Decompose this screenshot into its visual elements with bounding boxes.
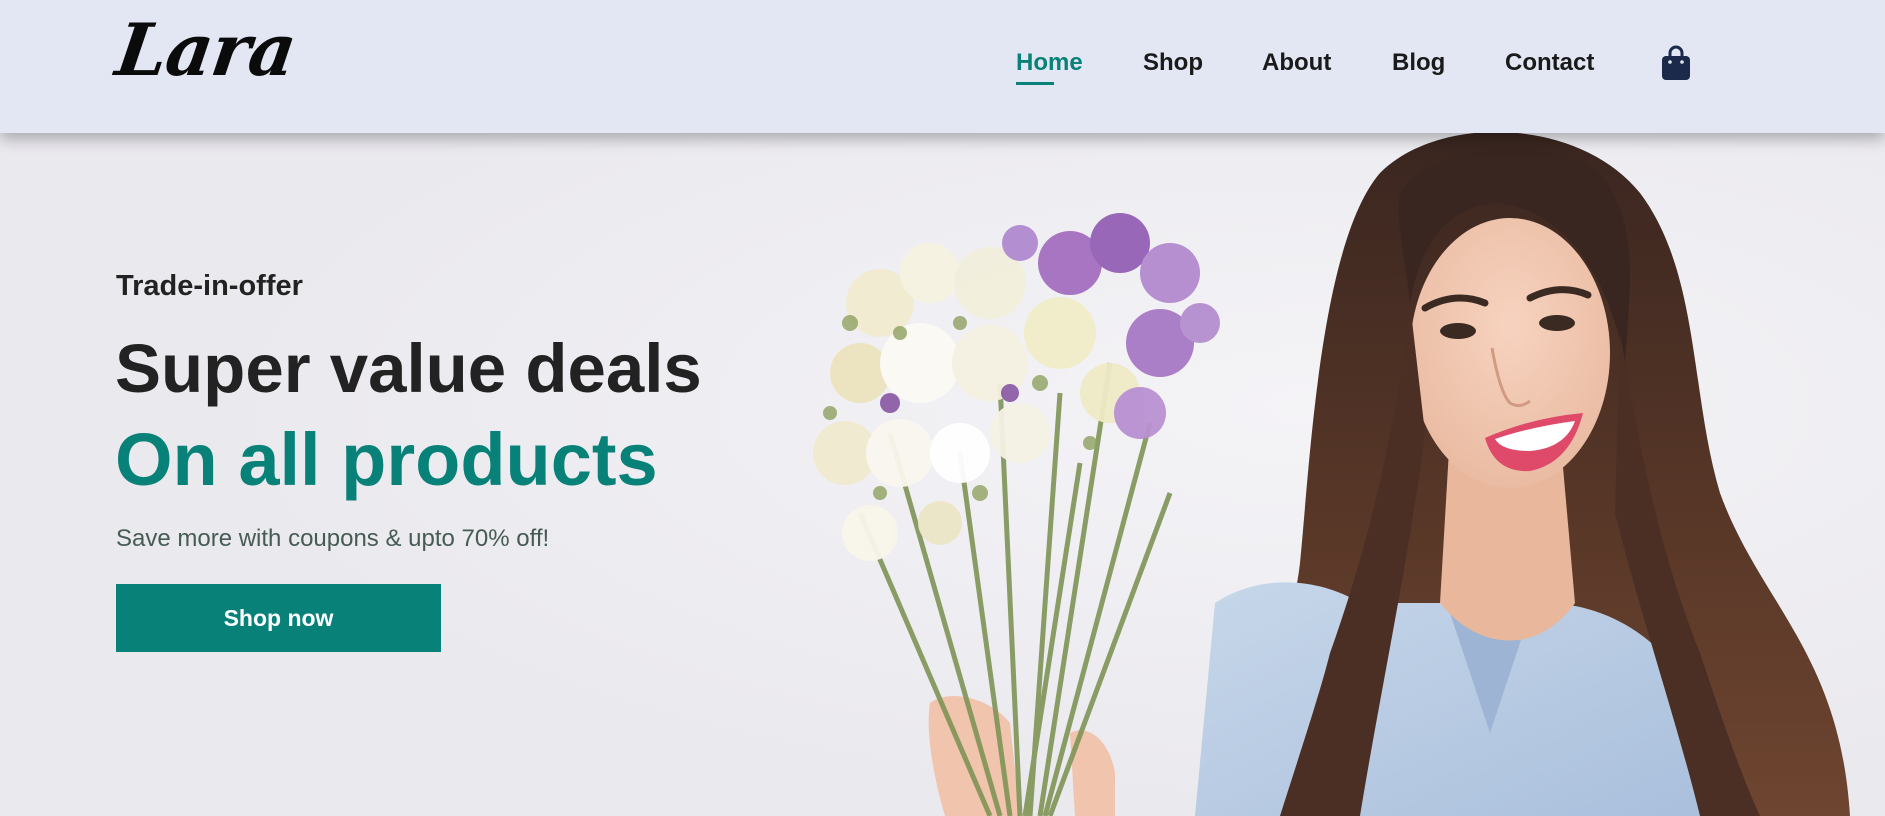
hero-headline: Super value deals <box>115 330 702 407</box>
shop-now-button[interactable]: Shop now <box>116 584 441 652</box>
shopping-bag-icon[interactable] <box>1660 45 1692 81</box>
active-nav-indicator <box>1016 82 1054 85</box>
hero-headline-accent: On all products <box>115 418 658 501</box>
nav-link-home[interactable]: Home <box>1016 49 1083 77</box>
nav-link-about[interactable]: About <box>1262 49 1331 77</box>
hero-section: Trade-in-offer Super value deals On all … <box>0 133 1885 816</box>
hero-subtext: Save more with coupons & upto 70% off! <box>116 525 550 552</box>
nav-link-blog[interactable]: Blog <box>1392 49 1445 77</box>
site-header: Lara Home Shop About Blog Contact <box>0 0 1885 133</box>
main-nav: Home Shop About Blog Contact <box>0 49 1885 89</box>
nav-link-shop[interactable]: Shop <box>1143 49 1203 77</box>
nav-link-contact[interactable]: Contact <box>1505 49 1594 77</box>
offer-eyebrow: Trade-in-offer <box>116 270 303 302</box>
